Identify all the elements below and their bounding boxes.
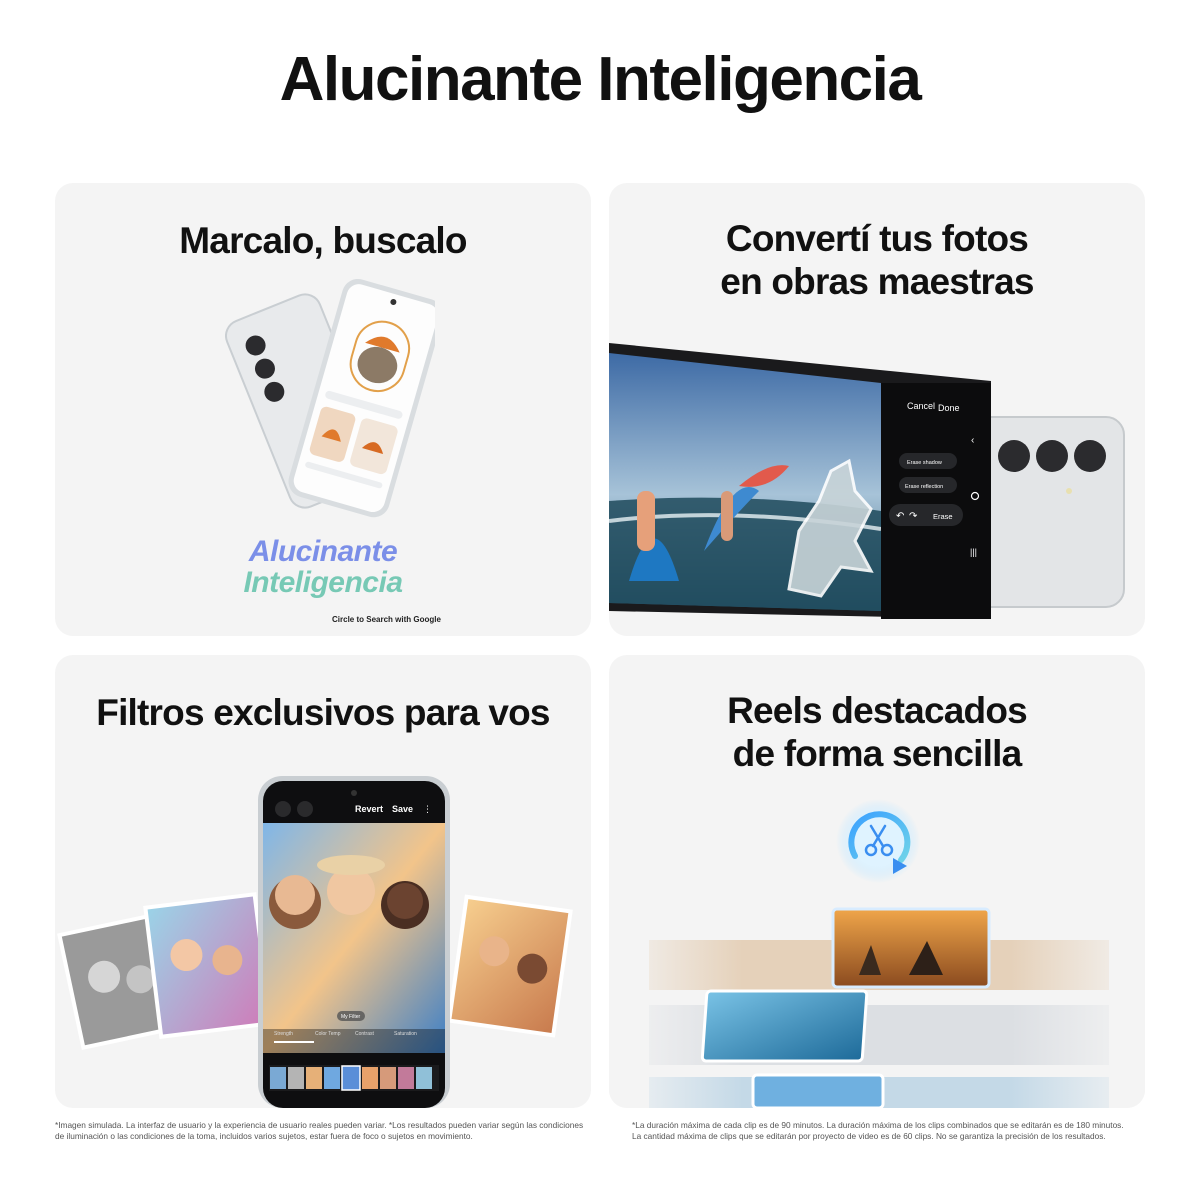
video-reel-thumbnails xyxy=(609,905,1145,1108)
svg-text:Cancel: Cancel xyxy=(907,401,935,411)
phone-photo-editor-image: Cancel Done Erase shadow Erase reflectio… xyxy=(609,343,1125,619)
feature-card-reels: Reels destacados de forma sencilla xyxy=(609,655,1145,1108)
svg-text:⋮: ⋮ xyxy=(423,804,432,814)
footnote-right: *La duración máxima de cada clip es de 9… xyxy=(632,1120,1172,1142)
card-title-line: Reels destacados xyxy=(727,690,1028,731)
svg-text:|||: ||| xyxy=(970,547,977,557)
circle-to-search-caption: Circle to Search with Google xyxy=(332,615,441,624)
card-title: Reels destacados de forma sencilla xyxy=(609,689,1145,775)
svg-text:My Filter: My Filter xyxy=(341,1014,361,1020)
feature-card-photo-editing: Convertí tus fotos en obras maestras Can… xyxy=(609,183,1145,636)
svg-text:Save: Save xyxy=(392,804,413,814)
phone-image xyxy=(225,278,435,518)
svg-text:Revert: Revert xyxy=(355,804,383,814)
feature-card-circle-to-search: Marcalo, buscalo Alucinante Inteligencia xyxy=(55,183,591,636)
svg-text:↶: ↶ xyxy=(896,511,904,522)
card-title: Filtros exclusivos para vos xyxy=(55,691,591,734)
svg-text:Erase reflection: Erase reflection xyxy=(905,484,943,490)
card-title-line: Convertí tus fotos xyxy=(725,218,1029,259)
card-title: Marcalo, buscalo xyxy=(55,219,591,262)
brand-wordmark-line: Alucinante xyxy=(248,535,398,568)
caption-text: Circle to Search with xyxy=(332,615,412,624)
footnote-line: La cantidad máxima de clips que se edita… xyxy=(632,1131,1106,1141)
footnote-line: *Imagen simulada. La interfaz de usuario… xyxy=(55,1120,584,1130)
svg-text:‹: ‹ xyxy=(971,435,974,446)
video-edit-icon xyxy=(836,799,920,883)
card-title: Convertí tus fotos en obras maestras xyxy=(609,217,1145,303)
svg-text:Erase shadow: Erase shadow xyxy=(907,460,942,466)
brand-wordmark-line: Inteligencia xyxy=(243,566,403,599)
footnote-line: de iluminación o las condiciones de la t… xyxy=(55,1131,473,1141)
svg-text:Contrast: Contrast xyxy=(355,1031,375,1037)
svg-text:Strength: Strength xyxy=(274,1031,293,1037)
svg-text:Done: Done xyxy=(938,403,960,413)
feature-card-filters: Filtros exclusivos para vos Revert Save … xyxy=(55,655,591,1108)
card-title-line: Filtros exclusivos para vos xyxy=(96,692,550,733)
svg-text:↷: ↷ xyxy=(909,511,918,522)
footnote-line: *La duración máxima de cada clip es de 9… xyxy=(632,1120,1124,1130)
google-wordmark: Google xyxy=(413,615,441,624)
svg-text:Erase: Erase xyxy=(933,512,953,521)
page-title: Alucinante Inteligencia xyxy=(279,45,922,114)
card-title-line: de forma sencilla xyxy=(732,733,1022,774)
svg-text:Color Temp: Color Temp xyxy=(315,1031,341,1037)
photo-thumbnails: Revert Save ⋮ My Filter Strength Color T… xyxy=(57,776,573,1108)
svg-text:Saturation: Saturation xyxy=(394,1031,417,1037)
card-title-line: en obras maestras xyxy=(720,261,1034,302)
footnote-left: *Imagen simulada. La interfaz de usuario… xyxy=(55,1120,595,1142)
card-title-line: Marcalo, buscalo xyxy=(179,220,467,261)
